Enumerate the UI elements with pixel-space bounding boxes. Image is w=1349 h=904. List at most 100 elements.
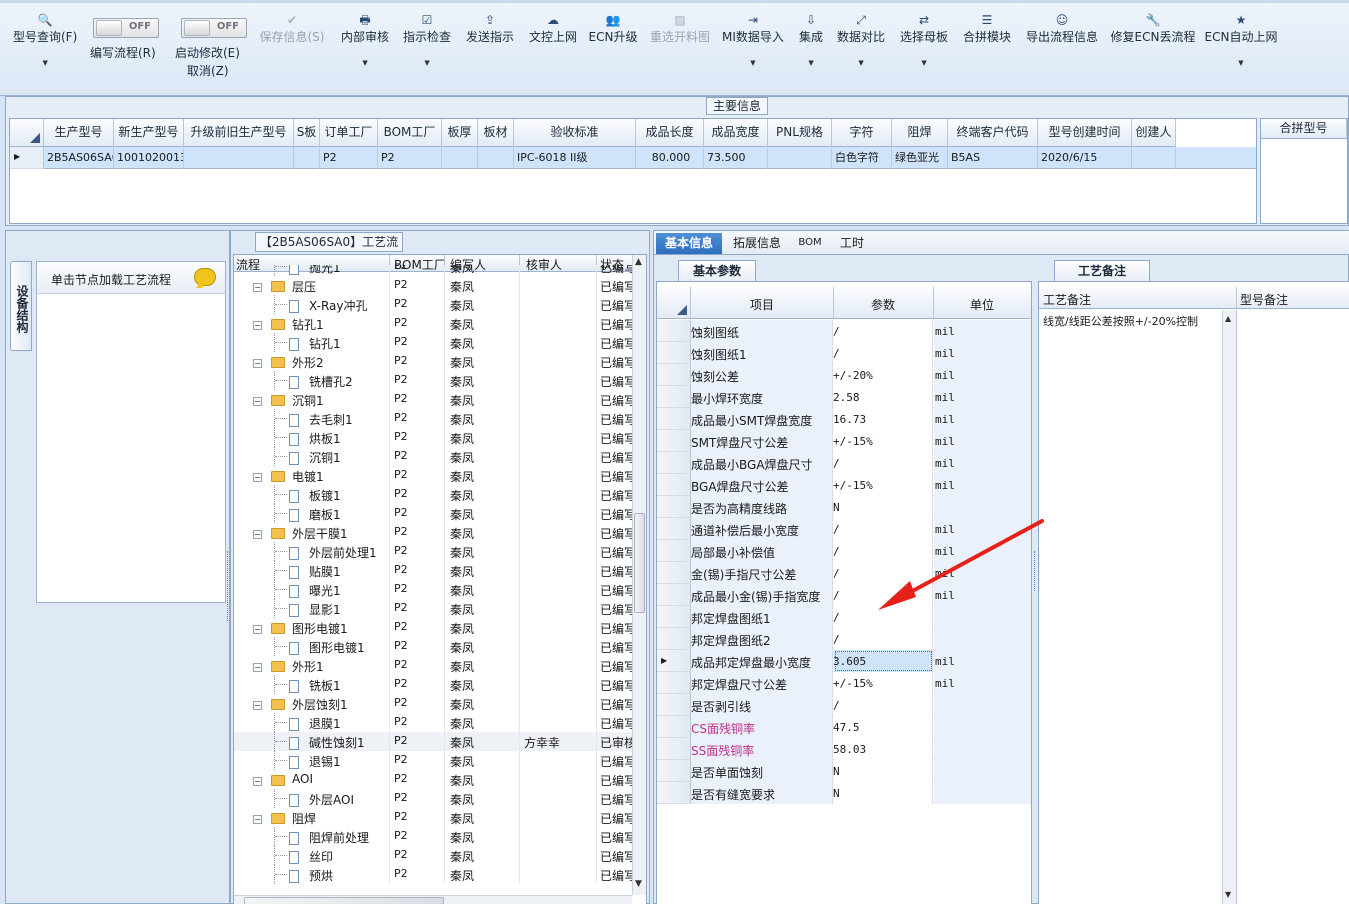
notes-scrollbar[interactable]: ▲ ▼ bbox=[1222, 310, 1236, 904]
param-value[interactable]: 58.03 bbox=[833, 743, 866, 756]
equipment-structure-tab[interactable]: 设备结构 bbox=[10, 261, 32, 351]
main-info-col[interactable]: S板 bbox=[294, 119, 320, 147]
param-row-header[interactable] bbox=[657, 562, 691, 584]
param-row-header[interactable] bbox=[657, 760, 691, 782]
collapse-icon[interactable]: − bbox=[253, 283, 262, 292]
toolbar-button-1[interactable]: ✔ 保存信息(S) bbox=[260, 12, 325, 45]
main-info-row[interactable]: ▶ 2B5AS06SA010010200137043 P2P2 IPC-6018 II… bbox=[10, 147, 1256, 169]
process-tree-row[interactable]: 显影1 P2 秦凤 已编写 bbox=[234, 599, 632, 618]
process-tree-row[interactable]: 铣槽孔2 P2 秦凤 已编写 bbox=[234, 371, 632, 390]
param-row[interactable]: 最小焊环宽度 2.58 mil bbox=[657, 386, 1031, 408]
start-edit-toggle[interactable]: OFF bbox=[181, 18, 247, 38]
param-value[interactable]: / bbox=[833, 611, 840, 624]
param-row[interactable]: 蚀刻公差 +/-20% mil bbox=[657, 364, 1031, 386]
param-row[interactable]: SMT焊盘尺寸公差 +/-15% mil bbox=[657, 430, 1031, 452]
main-info-cell[interactable]: 绿色亚光 bbox=[892, 147, 948, 169]
param-row[interactable]: 成品最小SMT焊盘宽度 16.73 mil bbox=[657, 408, 1031, 430]
scroll-down-arrow[interactable]: ▼ bbox=[635, 879, 642, 889]
collapse-icon[interactable]: − bbox=[253, 359, 262, 368]
param-value[interactable]: / bbox=[833, 325, 840, 338]
process-tree-row[interactable]: − AOI P2 秦凤 已编写 bbox=[234, 770, 632, 789]
collapse-icon[interactable]: − bbox=[253, 663, 262, 672]
main-info-cell[interactable]: P2 bbox=[320, 147, 378, 169]
process-tree-row[interactable]: − 外形1 P2 秦凤 已编写 bbox=[234, 656, 632, 675]
main-info-col[interactable]: PNL规格 bbox=[768, 119, 832, 147]
param-row[interactable]: BGA焊盘尺寸公差 +/-15% mil bbox=[657, 474, 1031, 496]
param-row-header[interactable] bbox=[657, 716, 691, 738]
process-tree-row[interactable]: − 钻孔1 P2 秦凤 已编写 bbox=[234, 314, 632, 333]
param-row[interactable]: 蚀刻图纸 / mil bbox=[657, 320, 1031, 342]
process-tree-row[interactable]: − 外层蚀刻1 P2 秦凤 已编写 bbox=[234, 694, 632, 713]
param-row-header[interactable] bbox=[657, 672, 691, 694]
main-info-cell[interactable] bbox=[184, 147, 294, 169]
param-value[interactable]: / bbox=[833, 699, 840, 712]
process-tree-row[interactable]: 去毛刺1 P2 秦凤 已编写 bbox=[234, 409, 632, 428]
param-value[interactable]: / bbox=[833, 523, 840, 536]
param-value[interactable]: N bbox=[833, 765, 840, 778]
process-tree-row[interactable]: 阻焊前处理 P2 秦凤 已编写 bbox=[234, 827, 632, 846]
param-value[interactable]: 3.605 bbox=[833, 655, 866, 668]
toolbar-button-13[interactable]: ☺ 导出流程信息 bbox=[1026, 12, 1098, 45]
main-info-col[interactable]: 终端客户代码 bbox=[948, 119, 1038, 147]
collapse-icon[interactable]: − bbox=[253, 530, 262, 539]
detail-tab-3[interactable]: 工时 bbox=[832, 233, 872, 254]
row-indicator[interactable]: ▶ bbox=[10, 147, 44, 169]
toolbar-button-2[interactable]: 🖶 内部审核 ▼ bbox=[341, 12, 389, 67]
main-info-col[interactable]: 创建人 bbox=[1132, 119, 1176, 147]
process-tree-row[interactable]: 丝印 P2 秦凤 已编写 bbox=[234, 846, 632, 865]
toolbar-button-11[interactable]: ⇄ 选择母板 ▼ bbox=[900, 12, 948, 67]
param-value[interactable]: 16.73 bbox=[833, 413, 866, 426]
process-tree-row[interactable]: 外层前处理1 P2 秦凤 已编写 bbox=[234, 542, 632, 561]
param-row[interactable]: CS面残铜率 47.5 bbox=[657, 716, 1031, 738]
param-row-header[interactable] bbox=[657, 342, 691, 364]
detail-tab-1[interactable]: 拓展信息 bbox=[726, 233, 788, 254]
process-tree-row[interactable]: 抛光1 P2 秦凤 已编写 bbox=[234, 265, 632, 276]
toolbar-button-12[interactable]: ☰ 合拼模块 bbox=[963, 12, 1011, 45]
process-tree-row[interactable]: − 外层干膜1 P2 秦凤 已编写 bbox=[234, 523, 632, 542]
dropdown-arrow-icon[interactable]: ▼ bbox=[837, 59, 885, 67]
process-tree-row[interactable]: X-Ray冲孔 P2 秦凤 已编写 bbox=[234, 295, 632, 314]
main-info-cell[interactable]: 2020/6/15 bbox=[1038, 147, 1132, 169]
scroll-down-arrow[interactable]: ▼ bbox=[1225, 890, 1231, 899]
hscroll-thumb[interactable] bbox=[244, 897, 444, 904]
detail-tab-2[interactable]: BOM bbox=[792, 233, 828, 254]
process-tree-row[interactable]: 磨板1 P2 秦凤 已编写 bbox=[234, 504, 632, 523]
main-info-cell[interactable]: B5AS bbox=[948, 147, 1038, 169]
param-row-header[interactable] bbox=[657, 606, 691, 628]
speech-bubble-icon[interactable] bbox=[194, 268, 216, 288]
main-info-col[interactable]: 验收标准 bbox=[514, 119, 636, 147]
process-tree-row[interactable]: 烘板1 P2 秦凤 已编写 bbox=[234, 428, 632, 447]
param-value[interactable]: +/-20% bbox=[833, 369, 873, 382]
main-info-cell[interactable]: IPC-6018 II级 bbox=[514, 147, 636, 169]
toolbar-button-14[interactable]: 🔧 修复ECN丢流程 bbox=[1111, 12, 1196, 45]
param-row-header[interactable] bbox=[657, 474, 691, 496]
process-note-text[interactable]: 线宽/线距公差按照+/-20%控制 bbox=[1043, 313, 1198, 329]
toolbar-button-9[interactable]: ⇩ 集成 ▼ bbox=[799, 12, 823, 67]
param-row-header[interactable] bbox=[657, 320, 691, 342]
param-row-header[interactable] bbox=[657, 496, 691, 518]
main-info-col[interactable]: 生产型号 bbox=[44, 119, 114, 147]
process-tree-row[interactable]: 碱性蚀刻1 P2 秦凤 方幸幸 已审核 bbox=[234, 732, 632, 751]
param-row-header[interactable] bbox=[657, 628, 691, 650]
dropdown-arrow-icon[interactable]: ▼ bbox=[722, 59, 784, 67]
scroll-up-arrow[interactable]: ▲ bbox=[1225, 314, 1231, 323]
dropdown-arrow-icon[interactable]: ▼ bbox=[1205, 59, 1278, 67]
process-tree-row[interactable]: 图形电镀1 P2 秦凤 已编写 bbox=[234, 637, 632, 656]
main-info-col[interactable]: 阻焊 bbox=[892, 119, 948, 147]
main-info-col[interactable]: 成品长度 bbox=[636, 119, 704, 147]
main-info-cell[interactable] bbox=[442, 147, 478, 169]
main-info-col[interactable]: 型号创建时间 bbox=[1038, 119, 1132, 147]
param-value[interactable]: / bbox=[833, 347, 840, 360]
process-tree-row[interactable]: 沉铜1 P2 秦凤 已编写 bbox=[234, 447, 632, 466]
process-tree-row[interactable]: 退锡1 P2 秦凤 已编写 bbox=[234, 751, 632, 770]
param-row-header[interactable] bbox=[657, 408, 691, 430]
param-value[interactable]: N bbox=[833, 501, 840, 514]
process-tree-row[interactable]: 外层AOI P2 秦凤 已编写 bbox=[234, 789, 632, 808]
process-tree-row[interactable]: 钻孔1 P2 秦凤 已编写 bbox=[234, 333, 632, 352]
toolbar-button-3[interactable]: ☑ 指示检查 ▼ bbox=[403, 12, 451, 67]
main-info-col[interactable]: 升级前旧生产型号 bbox=[184, 119, 294, 147]
param-row-header[interactable] bbox=[657, 430, 691, 452]
process-tree-row[interactable]: 板镀1 P2 秦凤 已编写 bbox=[234, 485, 632, 504]
main-info-col[interactable]: 新生产型号 bbox=[114, 119, 184, 147]
detail-tab-0[interactable]: 基本信息 bbox=[656, 233, 722, 254]
